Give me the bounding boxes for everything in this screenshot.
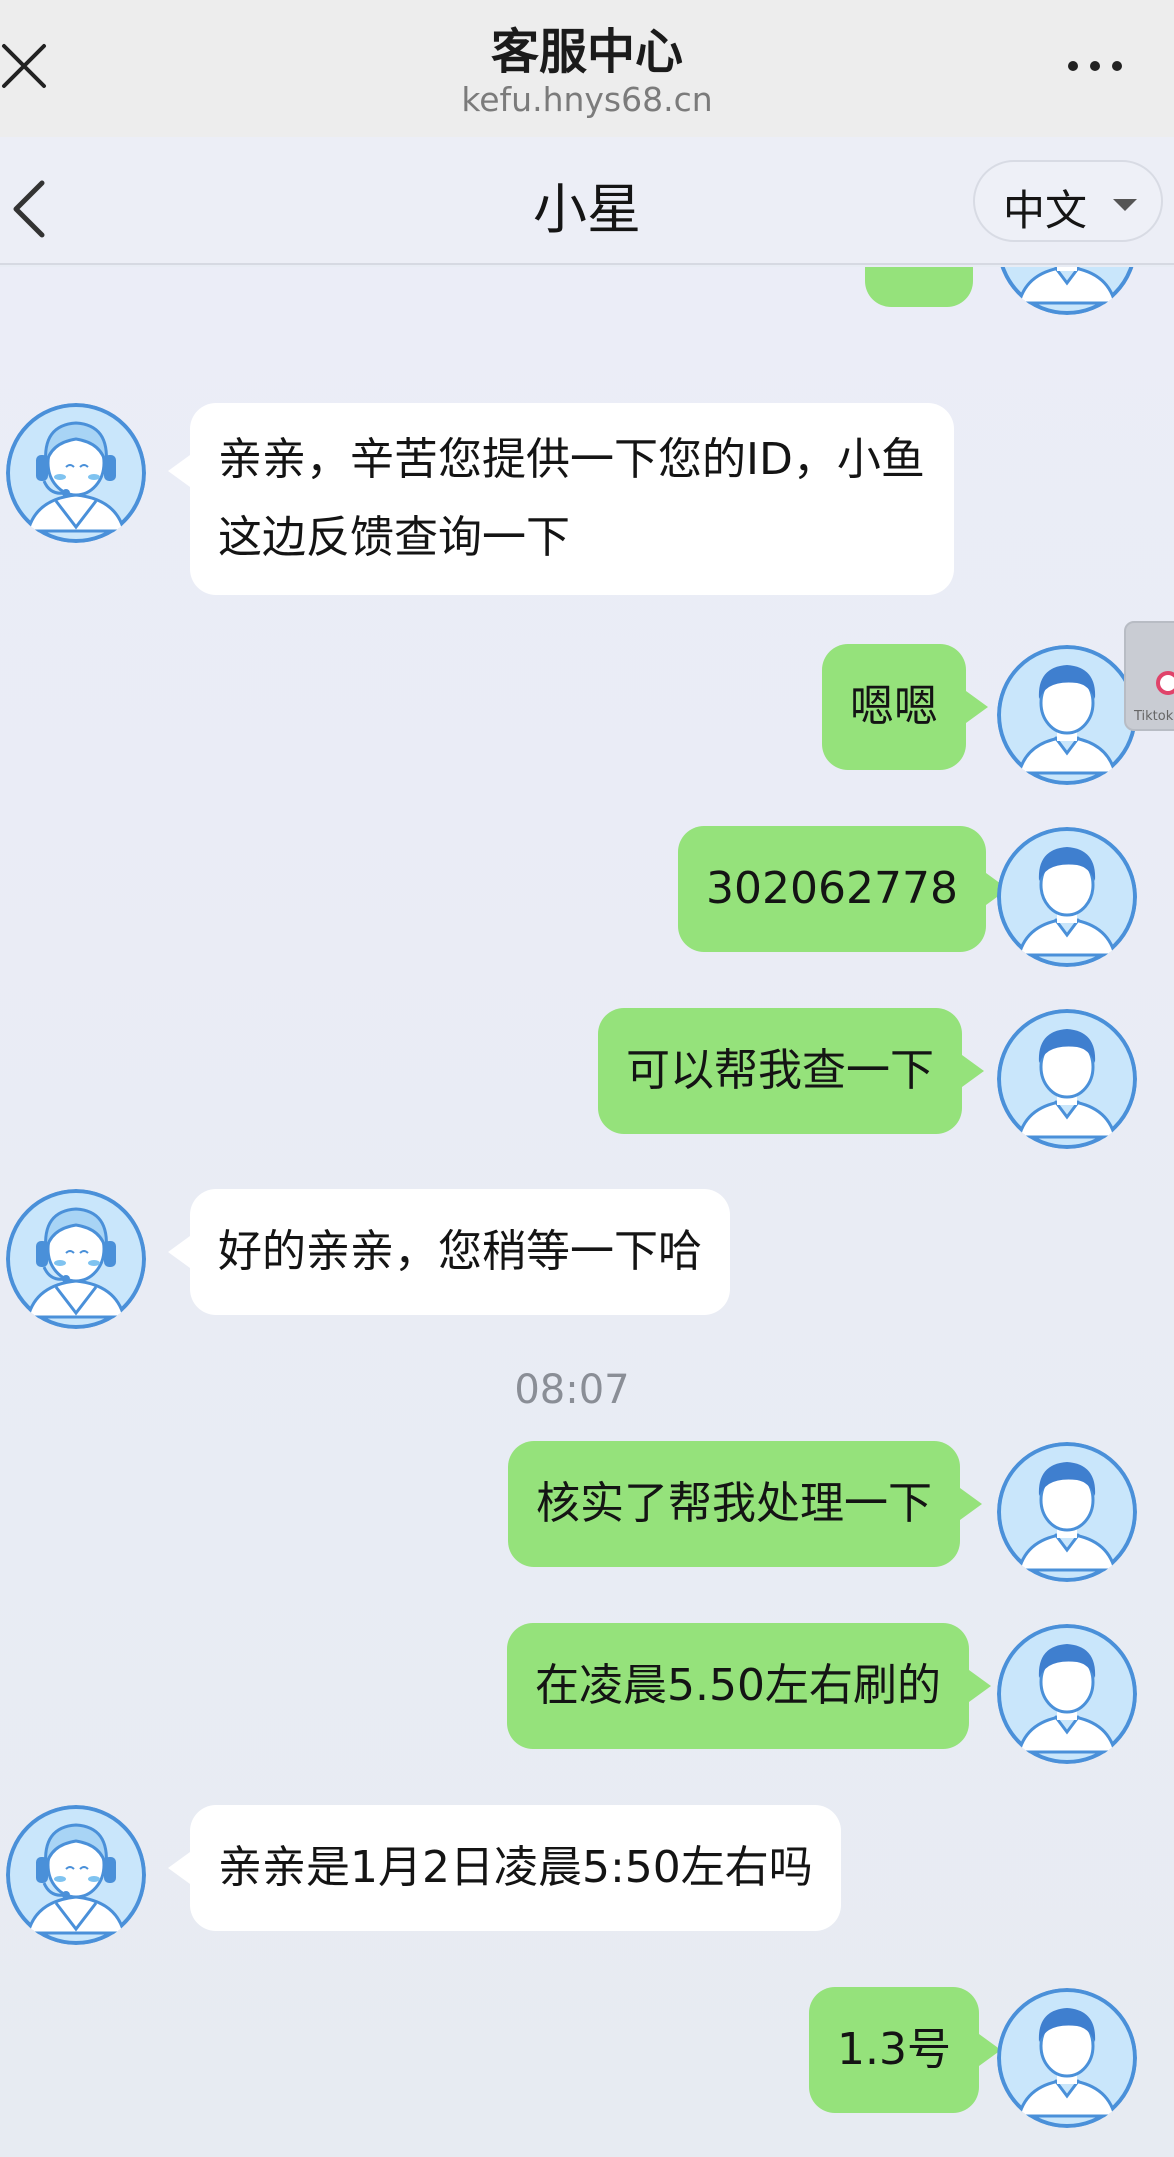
message-text: 亲亲是1月2日凌晨5:50左右吗 (218, 1842, 813, 1893)
floating-widget[interactable]: Tiktok (1124, 621, 1174, 731)
user-avatar-icon (997, 645, 1137, 785)
message-text: 302062778 (706, 863, 958, 914)
message-bubble-incoming: 亲亲，辛苦您提供一下您的ID，小鱼这边反馈查询一下 (168, 403, 954, 595)
page-url: kefu.hnys68.cn (461, 80, 713, 119)
message-text: 在凌晨5.50左右刷的 (535, 1660, 941, 1711)
user-avatar[interactable] (997, 1009, 1137, 1149)
message-text: 可以帮我查一下 (626, 1045, 934, 1096)
message-text: 好的亲亲，您稍等一下哈 (218, 1226, 702, 1277)
chat-header: 小星 中文 (0, 137, 1174, 265)
user-avatar[interactable] (997, 267, 1137, 315)
chat-messages[interactable]: 对 亲亲，辛苦您提供一下您的ID，小鱼这边反馈查询一下 嗯嗯 302062778… (0, 267, 1174, 2157)
tiktok-icon (1156, 671, 1174, 695)
user-avatar-icon (997, 1624, 1137, 1764)
message-bubble-outgoing: 可以帮我查一下 (598, 1008, 984, 1134)
user-avatar[interactable] (997, 1624, 1137, 1764)
agent-avatar-icon (6, 403, 146, 543)
message-text: 对 (897, 267, 941, 283)
more-dots-icon[interactable] (1065, 54, 1125, 78)
agent-avatar[interactable] (6, 1189, 146, 1329)
message-text: 核实了帮我处理一下 (536, 1478, 932, 1529)
message-text: 嗯嗯 (850, 681, 938, 732)
language-select-label: 中文 (1003, 186, 1088, 235)
user-avatar[interactable] (997, 1442, 1137, 1582)
message-bubble-outgoing: 在凌晨5.50左右刷的 (507, 1623, 991, 1749)
user-avatar-icon (997, 827, 1137, 967)
user-avatar-icon (1000, 267, 1134, 315)
browser-top-bar: 客服中心 kefu.hnys68.cn (0, 0, 1174, 137)
chevron-down-icon (1113, 199, 1137, 211)
message-bubble-incoming: 好的亲亲，您稍等一下哈 (168, 1189, 730, 1315)
message-bubble-outgoing: 核实了帮我处理一下 (508, 1441, 982, 1567)
message-text: 亲亲，辛苦您提供一下您的ID，小鱼这边反馈查询一下 (218, 434, 925, 563)
message-timestamp: 08:07 (514, 1367, 630, 1413)
language-select[interactable]: 中文 (973, 160, 1163, 242)
agent-avatar[interactable] (6, 403, 146, 543)
agent-avatar-icon (6, 1189, 146, 1329)
user-avatar-icon (997, 1988, 1137, 2128)
user-avatar-icon (997, 1442, 1137, 1582)
message-bubble-outgoing: 1.3号 (809, 1987, 1001, 2113)
floating-widget-label: Tiktok (1134, 709, 1174, 724)
message-bubble-outgoing: 302062778 (678, 826, 1008, 952)
agent-avatar[interactable] (6, 1805, 146, 1945)
agent-avatar-icon (6, 1805, 146, 1945)
message-bubble-incoming: 亲亲是1月2日凌晨5:50左右吗 (168, 1805, 841, 1931)
user-avatar[interactable] (997, 827, 1137, 967)
message-bubble-outgoing: 对 (865, 267, 973, 307)
user-avatar[interactable] (997, 1988, 1137, 2128)
message-text: 1.3号 (837, 2024, 951, 2075)
user-avatar-icon (997, 1009, 1137, 1149)
message-bubble-outgoing: 嗯嗯 (822, 644, 988, 770)
page-title: 客服中心 (490, 24, 683, 80)
user-avatar[interactable] (997, 645, 1137, 785)
